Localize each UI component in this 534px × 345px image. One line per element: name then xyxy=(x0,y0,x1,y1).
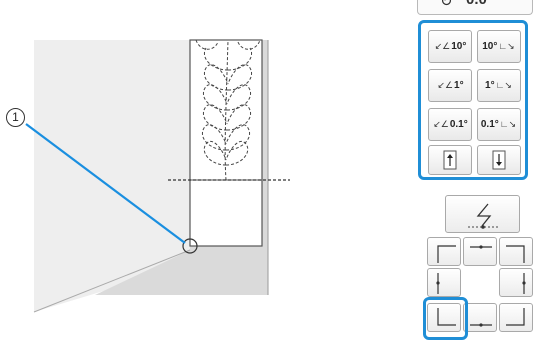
rotate-left-10-label: 10° xyxy=(451,41,467,52)
middle-left-button[interactable] xyxy=(427,268,461,297)
corner-position-icon xyxy=(522,273,526,294)
rotate-icon: ↻ xyxy=(440,0,453,10)
rotate-left-0-1-button[interactable]: ↙∠ 0.1° xyxy=(428,108,472,141)
rotate-buttons-highlight: ↙∠ 10° 10° ∟↘ ↙∠ 1° 1° ∟↘ ↙∠ 0.1° 0.1° ∟↘ xyxy=(418,20,528,180)
rotate-right-10-button[interactable]: 10° ∟↘ xyxy=(477,30,521,63)
rotate-left-10-button[interactable]: ↙∠ 10° xyxy=(428,30,472,63)
rotate-left-1-button[interactable]: ↙∠ 1° xyxy=(428,69,472,102)
corner-position-icon xyxy=(437,245,456,263)
rotation-display: ↻ 0.0° xyxy=(417,0,533,15)
corner-position-icon xyxy=(436,273,440,294)
corner-top-left-button[interactable] xyxy=(427,237,461,266)
rotation-angle: 0.0° xyxy=(466,0,493,8)
rotate-right-1-label: 1° xyxy=(485,80,495,91)
corner-top-right-button[interactable] xyxy=(499,237,533,266)
rotate-left-icon: ↙∠ xyxy=(437,80,454,90)
rotate-left-icon: ↙∠ xyxy=(433,119,449,129)
bottom-center-button[interactable] xyxy=(463,303,497,332)
arrow-up-icon xyxy=(443,150,457,170)
needle-drag-button[interactable] xyxy=(445,195,520,233)
corner-position-icon xyxy=(470,245,492,249)
rotate-right-10-label: 10° xyxy=(482,41,498,52)
embroidery-edit-panel: ↻ 0.0° ↙∠10° 10°∟↘ ↙∠1° 1°∟↘ ↙∠0.1° 0.1°… xyxy=(415,0,533,345)
rotate-right-0-1-label: 0.1° xyxy=(480,119,499,130)
corner-position-icon xyxy=(470,323,492,327)
embroidery-frame xyxy=(189,39,263,247)
selected-corner-highlight xyxy=(423,297,468,340)
move-down-button[interactable] xyxy=(477,145,521,175)
rotate-right-1-button[interactable]: 1° ∟↘ xyxy=(477,69,521,102)
top-center-button[interactable] xyxy=(463,237,497,266)
rotate-right-0-1-button[interactable]: 0.1° ∟↘ xyxy=(477,108,521,141)
middle-right-button[interactable] xyxy=(499,268,533,297)
needle-drag-icon xyxy=(468,203,498,229)
rotate-right-icon: ∟↘ xyxy=(498,41,515,51)
rotate-right-icon: ∟↘ xyxy=(499,119,517,129)
callout-number: 1 xyxy=(6,108,25,127)
corner-bottom-right-button[interactable] xyxy=(499,303,533,332)
corner-position-icon xyxy=(506,308,525,326)
rotate-right-icon: ∟↘ xyxy=(495,80,512,90)
rotate-left-icon: ↙∠ xyxy=(434,41,451,51)
rotate-left-1-label: 1° xyxy=(454,80,464,91)
arrow-down-icon xyxy=(492,150,506,170)
corner-position-icon xyxy=(506,245,525,263)
move-up-button[interactable] xyxy=(428,145,472,175)
rotate-left-0-1-label: 0.1° xyxy=(449,119,468,130)
